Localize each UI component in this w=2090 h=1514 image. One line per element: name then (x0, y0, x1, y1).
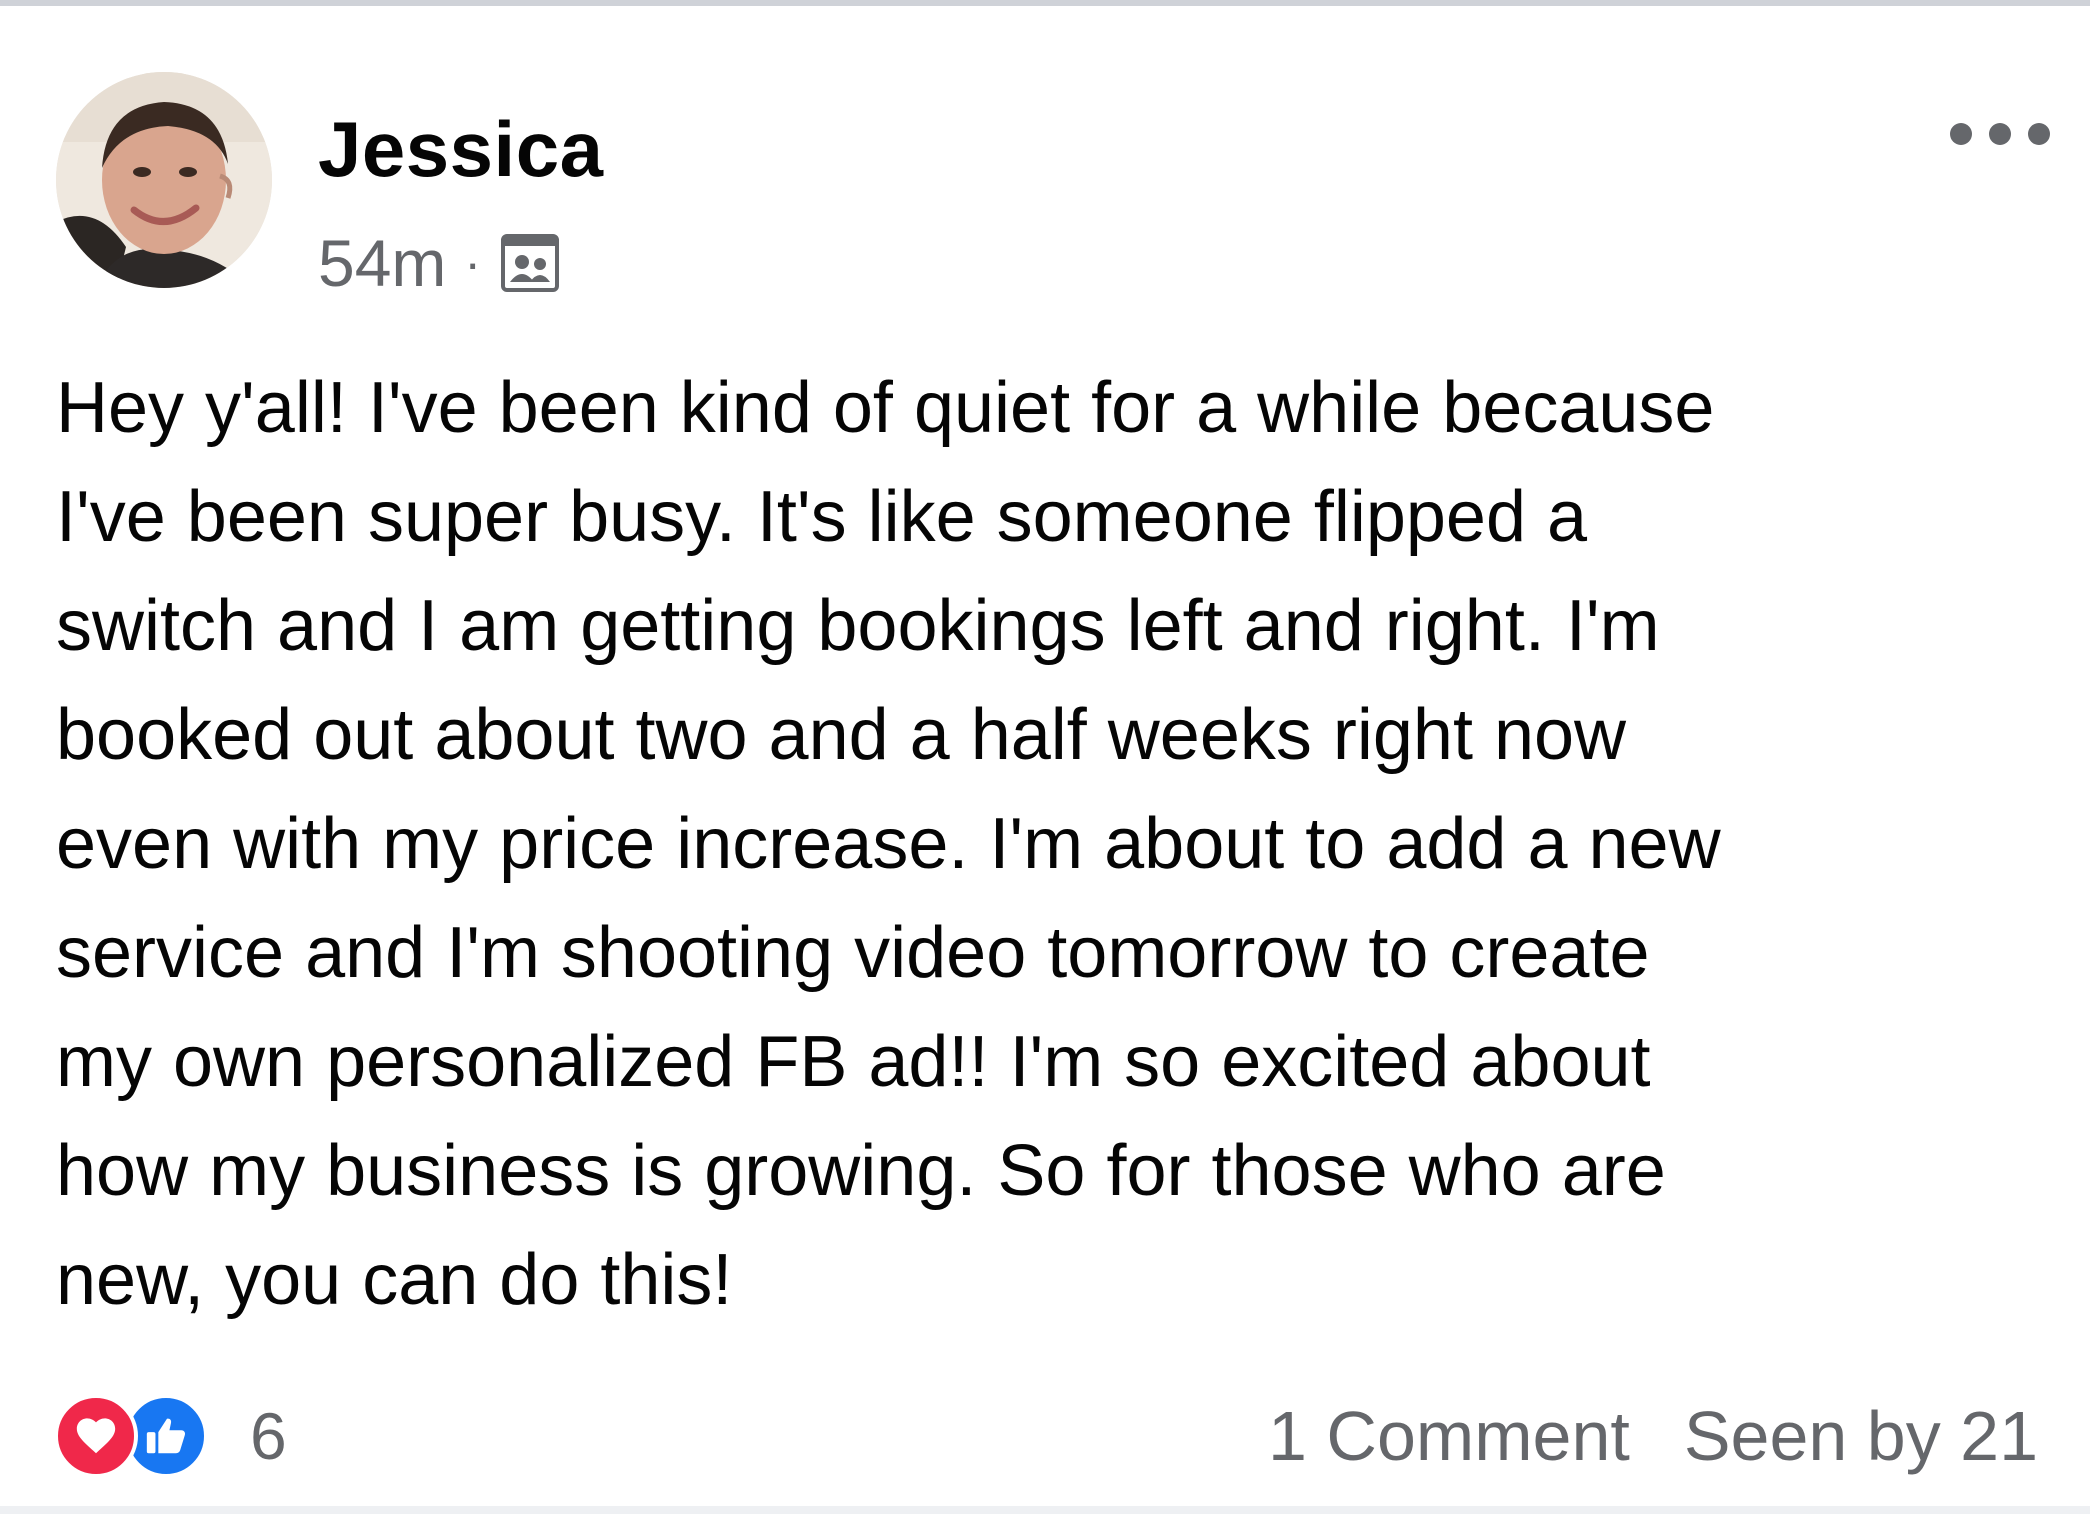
group-members-icon[interactable] (499, 232, 561, 294)
author-name[interactable]: Jessica (318, 110, 603, 188)
post-meta: 54m · (318, 228, 561, 298)
group-post: Jessica 54m · Hey y'all! I've been kind … (0, 6, 2090, 1514)
seen-by-link[interactable]: Seen by 21 (1684, 1401, 2038, 1471)
more-dot (1950, 123, 1972, 145)
bottom-divider (0, 1506, 2090, 1514)
reaction-count: 6 (250, 1399, 287, 1473)
post-footer: 6 1 Comment Seen by 21 (0, 1386, 2090, 1486)
comments-link[interactable]: 1 Comment (1268, 1401, 1630, 1471)
more-dot (2028, 123, 2050, 145)
more-dot (1989, 123, 2011, 145)
love-reaction-icon (54, 1394, 138, 1478)
reactions-summary[interactable]: 6 (54, 1394, 287, 1478)
more-options-icon[interactable] (1950, 114, 2050, 154)
author-avatar[interactable] (56, 72, 272, 288)
post-timestamp[interactable]: 54m (318, 230, 446, 296)
meta-separator: · (464, 235, 482, 291)
post-stats: 1 Comment Seen by 21 (1268, 1400, 2038, 1472)
user-avatar-icon (56, 72, 272, 288)
post-text: Hey y'all! I've been kind of quiet for a… (56, 368, 1721, 1320)
